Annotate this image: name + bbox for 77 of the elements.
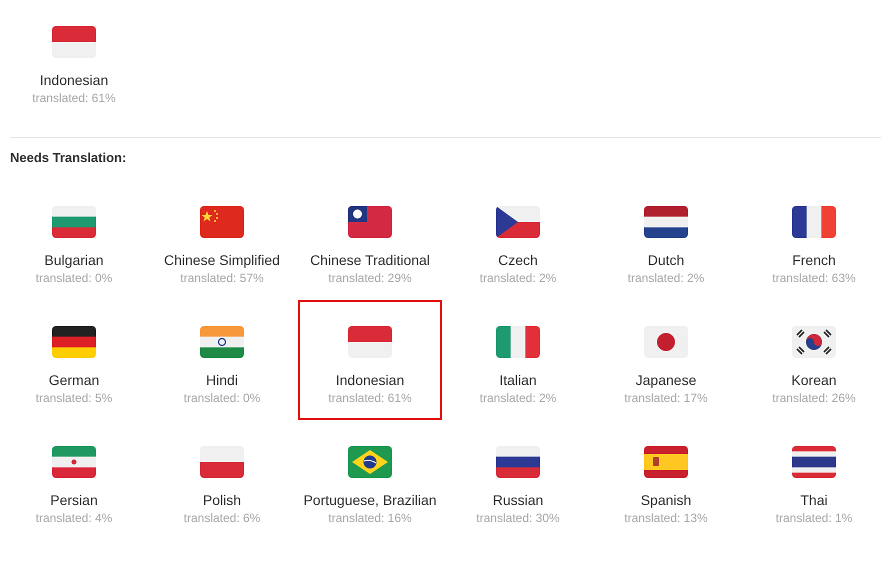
language-tile[interactable]: Hindi translated: 0% <box>150 300 294 420</box>
language-name: Polish <box>202 491 242 509</box>
language-name: Italian <box>499 371 537 389</box>
language-name: Japanese <box>636 371 696 389</box>
language-tile[interactable]: Chinese Simplified translated: 57% <box>150 180 294 300</box>
translation-progress: translated: 2% <box>628 270 704 287</box>
translation-progress: translated: 26% <box>772 390 856 407</box>
translation-progress: translated: 61% <box>32 90 116 107</box>
flag-icon <box>200 206 244 238</box>
language-tile[interactable]: Japanese translated: 17% <box>594 300 738 420</box>
flag-icon <box>792 446 836 478</box>
flag-icon <box>644 206 688 238</box>
translation-progress: translated: 1% <box>776 510 852 527</box>
flag-icon <box>496 446 540 478</box>
translation-progress: translated: 57% <box>180 270 264 287</box>
language-name: Czech <box>498 251 538 269</box>
translation-progress: translated: 0% <box>184 390 260 407</box>
language-name: Korean <box>791 371 837 389</box>
translation-progress: translated: 5% <box>36 390 112 407</box>
language-tile[interactable]: Persian translated: 4% <box>2 420 146 540</box>
flag-icon <box>348 206 392 238</box>
language-tile[interactable]: Indonesian translated: 61% <box>298 300 442 420</box>
language-name: Thai <box>800 491 828 509</box>
flag-icon <box>348 446 392 478</box>
language-tile[interactable]: Thai translated: 1% <box>742 420 886 540</box>
language-name: Russian <box>492 491 544 509</box>
flag-icon <box>496 206 540 238</box>
flag-icon <box>52 446 96 478</box>
language-name: Dutch <box>648 251 684 269</box>
section-heading: Needs Translation: <box>9 149 128 167</box>
translation-progress: translated: 4% <box>36 510 112 527</box>
language-name: Chinese Simplified <box>164 251 280 269</box>
language-name: Spanish <box>640 491 692 509</box>
translation-progress: translated: 63% <box>772 270 856 287</box>
language-tile[interactable]: Bulgarian translated: 0% <box>2 180 146 300</box>
translation-progress: translated: 17% <box>624 390 708 407</box>
translation-progress: translated: 16% <box>328 510 412 527</box>
language-tile[interactable]: Portuguese, Brazilian translated: 16% <box>298 420 442 540</box>
language-tile[interactable]: Korean translated: 26% <box>742 300 886 420</box>
translation-progress: translated: 6% <box>184 510 260 527</box>
flag-icon <box>52 26 96 58</box>
language-name: Persian <box>50 491 98 509</box>
translation-progress: translated: 13% <box>624 510 708 527</box>
flag-icon <box>792 326 836 358</box>
translation-progress: translated: 2% <box>480 390 556 407</box>
flag-icon <box>496 326 540 358</box>
flag-icon <box>792 206 836 238</box>
language-name: Indonesian <box>40 71 108 89</box>
flag-icon <box>52 206 96 238</box>
translation-progress: translated: 30% <box>476 510 560 527</box>
language-tile[interactable]: Chinese Traditional translated: 29% <box>298 180 442 300</box>
language-tile[interactable]: Indonesian translated: 61% <box>2 0 146 120</box>
language-name: Bulgarian <box>44 251 104 269</box>
language-name: Hindi <box>206 371 238 389</box>
flag-icon <box>348 326 392 358</box>
language-tile[interactable]: Italian translated: 2% <box>446 300 590 420</box>
language-tile[interactable]: Dutch translated: 2% <box>594 180 738 300</box>
language-name: Chinese Traditional <box>310 251 430 269</box>
language-name: German <box>48 371 100 389</box>
language-tile[interactable]: Czech translated: 2% <box>446 180 590 300</box>
translation-progress: translated: 61% <box>328 390 412 407</box>
language-tile[interactable]: Polish translated: 6% <box>150 420 294 540</box>
translation-progress: translated: 0% <box>36 270 112 287</box>
language-name: Portuguese, Brazilian <box>303 491 437 509</box>
language-name: French <box>792 251 836 269</box>
flag-icon <box>200 446 244 478</box>
translation-progress: translated: 2% <box>480 270 556 287</box>
flag-icon <box>644 326 688 358</box>
flag-icon <box>52 326 96 358</box>
language-tile[interactable]: French translated: 63% <box>742 180 886 300</box>
flag-icon <box>200 326 244 358</box>
language-tile[interactable]: German translated: 5% <box>2 300 146 420</box>
translation-progress: translated: 29% <box>328 270 412 287</box>
language-tile[interactable]: Russian translated: 30% <box>446 420 590 540</box>
language-tile[interactable]: Spanish translated: 13% <box>594 420 738 540</box>
language-name: Indonesian <box>336 371 404 389</box>
flag-icon <box>644 446 688 478</box>
